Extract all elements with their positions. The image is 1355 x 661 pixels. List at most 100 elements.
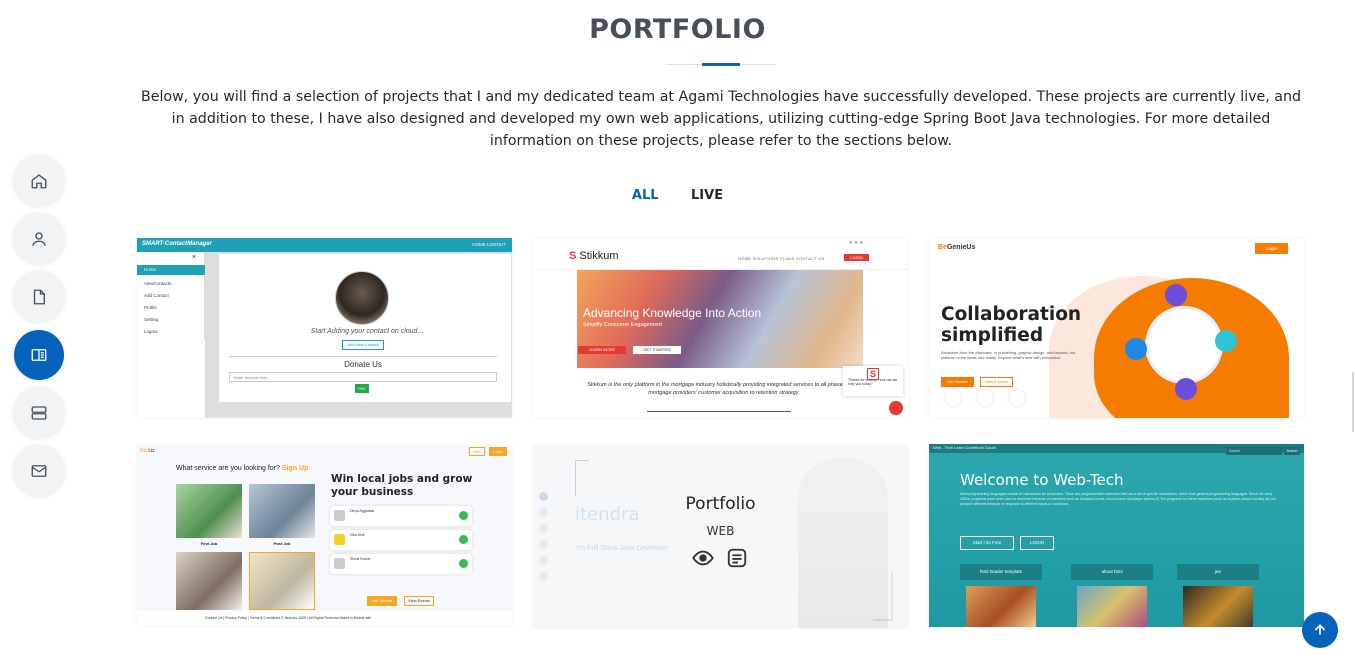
person-illustration <box>1125 338 1147 360</box>
portfolio-item-begenieus[interactable]: BeGenieUs Login Collaboration simplified … <box>929 238 1304 418</box>
list-item: Vika Dixit <box>330 530 472 550</box>
list-item-name: Shruti Kumar <box>350 557 371 561</box>
decorative-circle <box>945 390 961 406</box>
decorative-corner <box>873 573 893 621</box>
portfolio-item-actions <box>692 547 752 569</box>
get-started-button: Get Started <box>941 377 974 387</box>
hero-paragraph: Most programming languages consist of in… <box>960 492 1276 506</box>
eye-icon[interactable] <box>692 547 714 569</box>
site-login-button: Login <box>489 447 507 456</box>
list-item-name: Divya Aggarwal <box>350 509 375 513</box>
service-question: What service are you looking for? Sign U… <box>176 465 308 472</box>
question-text: What service are you looking for? <box>176 465 280 472</box>
chat-bubble-icon <box>889 401 903 415</box>
back-to-top-button[interactable] <box>1302 612 1338 648</box>
hero-subtitle: Simplify Consumer Engagement <box>583 322 662 328</box>
filter-live[interactable]: LIVE <box>691 188 723 203</box>
hero-headline: Win local jobs and grow your business <box>331 473 472 499</box>
portfolio-item-neduz[interactable]: Neduz Hire Login What service are you lo… <box>137 446 512 626</box>
list-item: Shruti Kumar <box>330 554 472 574</box>
check-icon <box>459 559 468 568</box>
decorative-circle <box>977 390 993 406</box>
app-sidebar: × Home ViewContacts Add Contact Profile … <box>137 252 205 340</box>
signup-link: Sign Up <box>281 465 309 472</box>
portfolio-item-category: WEB <box>706 524 735 538</box>
learn-more-button: LEARN MORE <box>578 346 626 354</box>
list-item-name: Vika Dixit <box>350 533 365 537</box>
portfolio-item-personal-portfolio[interactable]: itendra I'm Full Stack Java Developer Po… <box>533 446 908 628</box>
portfolio-item-stikkum[interactable]: ● ● ● S Stikkum HOME SOLUTIONS PLANS CON… <box>533 238 908 418</box>
title-accent-bar <box>702 63 740 66</box>
details-icon[interactable] <box>726 547 748 569</box>
topic-tile: about html <box>1071 564 1153 580</box>
headline-line: your business <box>331 486 414 498</box>
check-icon <box>459 535 468 544</box>
chat-logo: S <box>867 368 879 380</box>
user-avatar-icon <box>334 534 345 545</box>
divider <box>229 356 497 357</box>
app-brand: SMART-ContactManager <box>142 241 212 247</box>
close-icon: × <box>191 254 196 261</box>
user-avatar-icon <box>334 510 345 521</box>
decorative-line <box>575 460 589 461</box>
nav-contact-button[interactable] <box>14 446 64 496</box>
job-photo <box>249 552 315 610</box>
side-dot <box>539 556 548 565</box>
scrollbar-thumb[interactable] <box>1352 372 1354 432</box>
search-field: Search <box>1226 447 1282 455</box>
nav-resume-button[interactable] <box>14 272 64 322</box>
logo-text: GenieUs <box>946 244 976 251</box>
app-top-links: HOME LOGOUT <box>472 242 506 247</box>
portfolio-icon <box>31 349 47 361</box>
site-footer: Contact Us | Privacy Policy | Terms & Co… <box>137 611 512 626</box>
get-started-button: GET STARTED <box>633 346 681 354</box>
check-icon <box>459 511 468 520</box>
app-menu-item: Profile <box>144 305 157 310</box>
app-menu-home: Home <box>137 265 205 275</box>
site-description: Stikkum is the only platform in the mort… <box>587 382 861 396</box>
side-dot <box>539 572 548 581</box>
app-menu-item: Logout <box>144 329 158 334</box>
logo-mark: S <box>569 250 577 262</box>
filter-all[interactable]: ALL <box>632 188 659 203</box>
section-intro: Below, you will find a selection of proj… <box>141 89 1301 149</box>
hero-title: Collaboration simplified <box>941 304 1081 346</box>
envelope-icon <box>31 465 47 477</box>
logo-text: uz <box>149 448 155 454</box>
logo-prefix: Ned <box>140 448 150 454</box>
hero-headline: Welcome to Web-Tech <box>960 471 1124 489</box>
logo-text: Stikkum <box>579 250 619 262</box>
site-login-button: LOGIN <box>844 254 869 261</box>
view-events-button: View Events <box>404 596 434 606</box>
nav-portfolio-button[interactable] <box>14 330 64 380</box>
site-logo: BeGenieUs <box>938 244 975 251</box>
home-icon <box>31 174 47 189</box>
decorative-circle <box>1009 390 1025 406</box>
person-illustration <box>1165 284 1187 306</box>
site-menu: HOME SOLUTIONS PLANS CONTACT US <box>738 256 825 261</box>
app-menu-item: Add Contact <box>144 293 169 298</box>
nav-home-button[interactable] <box>14 156 64 206</box>
hero-headline: Advancing Knowledge Into Action <box>583 306 762 320</box>
nav-about-button[interactable] <box>14 214 64 264</box>
side-nav <box>14 156 64 504</box>
app-topbar: SMART-ContactManager HOME LOGOUT <box>137 238 512 252</box>
portfolio-item-web-tech[interactable]: Web - Tech Learn Contribute Doubt Search… <box>929 444 1304 627</box>
app-menu-item: Setting <box>144 317 159 322</box>
headline-line: Win local jobs and grow <box>331 473 473 485</box>
logo-prefix: Be <box>938 244 947 251</box>
hero-subtitle: Breakfree from the clipboard. In publish… <box>941 350 1076 360</box>
decorative-line <box>575 460 576 496</box>
start-free-button: Start ! Its Free <box>960 536 1014 550</box>
donate-heading: Donate Us <box>344 360 382 369</box>
job-photo <box>176 552 242 610</box>
arrow-up-icon <box>1314 624 1326 635</box>
nav-services-button[interactable] <box>14 388 64 438</box>
window-dots: ● ● ● <box>849 240 864 246</box>
watermark-subtitle: I'm Full Stack Java Developer <box>576 545 669 552</box>
meeting-table-illustration <box>1145 306 1223 384</box>
get-started-button: Get Started <box>367 596 397 606</box>
portfolio-item-smart-contact-manager[interactable]: SMART-ContactManager HOME LOGOUT × Home … <box>137 238 512 418</box>
side-dot <box>539 540 548 549</box>
photo-caption: Post Job <box>273 541 291 546</box>
